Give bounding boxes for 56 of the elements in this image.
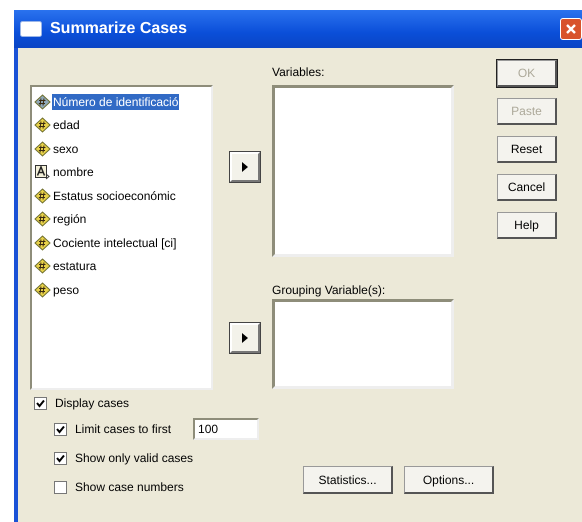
- variable-name: nombre: [52, 164, 95, 180]
- variable-list-item[interactable]: Cociente intelectual [ci]: [34, 231, 209, 254]
- checkbox-label: Display cases: [55, 396, 130, 410]
- variable-name: sexo: [52, 140, 80, 157]
- check-icon: [36, 398, 45, 408]
- dialog-button[interactable]: Statistics...: [303, 466, 394, 494]
- dialog-button[interactable]: Options...: [404, 466, 494, 494]
- dialog-button[interactable]: Help: [497, 212, 557, 239]
- dialog-button[interactable]: Cancel: [497, 174, 557, 201]
- variables-label: Variables:: [272, 65, 326, 81]
- variable-name: Cociente intelectual [ci]: [52, 234, 178, 251]
- close-button[interactable]: [560, 18, 582, 40]
- move-right-button[interactable]: [230, 323, 260, 353]
- variable-list-item[interactable]: peso: [34, 278, 209, 302]
- variable-list-item[interactable]: edad: [34, 114, 209, 137]
- play-icon: [242, 333, 248, 343]
- checkbox[interactable]: [54, 480, 67, 494]
- numeric-variable-icon: [34, 258, 51, 274]
- move-right-button[interactable]: [230, 152, 260, 182]
- checkbox-label: Show only valid cases: [75, 451, 194, 465]
- variable-name: región: [52, 211, 88, 228]
- window-icon: [20, 21, 42, 37]
- grouping-label: Grouping Variable(s):: [272, 283, 386, 299]
- checkbox-label: Show case numbers: [75, 480, 184, 494]
- window-title: Summarize Cases: [50, 20, 187, 38]
- variables-list[interactable]: [272, 85, 454, 257]
- checkbox-label: Limit cases to first: [75, 422, 172, 436]
- check-icon: [56, 424, 65, 434]
- close-icon: [565, 23, 577, 35]
- numeric-variable-icon: [34, 140, 51, 157]
- variable-list-item[interactable]: Número de identificació: [34, 90, 209, 114]
- variable-name: edad: [52, 117, 81, 134]
- checkbox[interactable]: [54, 422, 67, 436]
- string-variable-icon: [34, 164, 51, 180]
- checkbox[interactable]: [54, 452, 67, 464]
- variable-list-item[interactable]: nombre: [34, 160, 209, 184]
- checkbox[interactable]: [34, 396, 47, 410]
- variable-name: peso: [52, 282, 80, 298]
- variable-list-item[interactable]: sexo: [34, 137, 209, 160]
- check-icon: [56, 454, 65, 462]
- play-icon: [242, 162, 248, 172]
- dialog-button[interactable]: Reset: [497, 136, 557, 163]
- variable-name: Número de identificació: [52, 94, 180, 110]
- numeric-variable-icon: [34, 211, 51, 228]
- variable-name: Estatus socioeconómic: [52, 188, 177, 204]
- numeric-variable-icon: [34, 94, 51, 110]
- number-field[interactable]: 100: [193, 418, 260, 440]
- variable-name: estatura: [52, 258, 98, 274]
- variable-list-item[interactable]: región: [34, 208, 209, 231]
- variable-list-item[interactable]: Estatus socioeconómic: [34, 184, 209, 208]
- grouping-list[interactable]: [272, 299, 454, 389]
- numeric-variable-icon: [34, 234, 51, 251]
- numeric-variable-icon: [34, 282, 51, 298]
- numeric-variable-icon: [34, 117, 51, 134]
- numeric-variable-icon: [34, 188, 51, 204]
- variable-list-item[interactable]: estatura: [34, 254, 209, 278]
